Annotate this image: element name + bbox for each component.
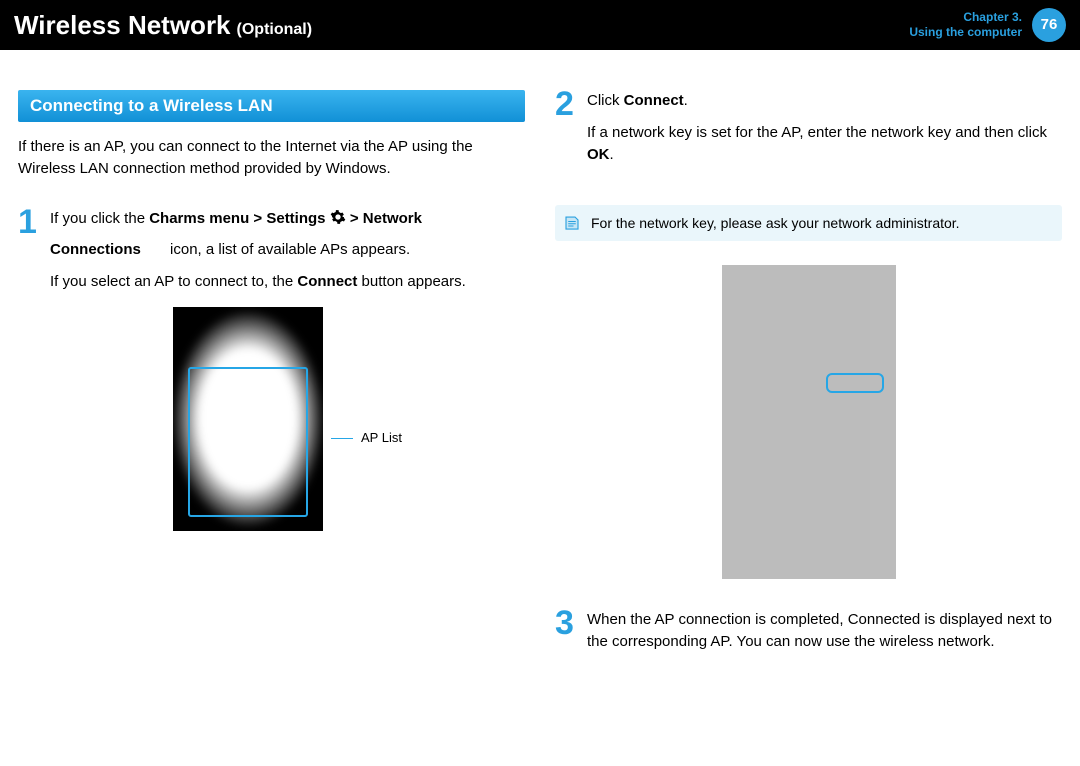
section-heading: Connecting to a Wireless LAN <box>18 90 525 122</box>
title-main-text: Wireless Network <box>14 10 231 41</box>
step-3-text: When the AP connection is completed, Con… <box>587 609 1062 653</box>
gear-icon <box>330 209 346 225</box>
step-3-body: When the AP connection is completed, Con… <box>587 609 1062 663</box>
chapter-line1: Chapter 3. <box>909 10 1022 25</box>
page-title: Wireless Network (Optional) <box>14 10 312 41</box>
step-1-body: If you click the Charms menu > Settings … <box>50 208 525 531</box>
connect-highlight-box <box>826 373 884 393</box>
note-icon <box>563 214 581 235</box>
note-text: For the network key, please ask your net… <box>591 215 960 231</box>
ap-callout-line <box>331 438 353 439</box>
header-meta: Chapter 3. Using the computer 76 <box>909 8 1066 42</box>
step-number-3: 3 <box>555 609 577 663</box>
ap-list-highlight-box <box>188 367 308 517</box>
step-2: 2 Click Connect. If a network key is set… <box>555 90 1062 175</box>
ap-list-label: AP List <box>361 429 402 448</box>
step-3: 3 When the AP connection is completed, C… <box>555 609 1062 663</box>
step-2-line1: Click Connect. <box>587 90 1062 112</box>
step-1-line3: If you select an AP to connect to, the C… <box>50 271 525 293</box>
step-2-line2: If a network key is set for the AP, ente… <box>587 122 1062 166</box>
step-number-1: 1 <box>18 208 40 531</box>
step-1-line1: If you click the Charms menu > Settings … <box>50 208 525 230</box>
figure-ap-list: AP List <box>50 307 525 531</box>
ap-list-figure <box>173 307 323 531</box>
figure-connect-panel <box>555 265 1062 579</box>
title-optional-text: (Optional) <box>237 21 313 39</box>
note-box: For the network key, please ask your net… <box>555 205 1062 241</box>
chapter-line2: Using the computer <box>909 25 1022 40</box>
page-header: Wireless Network (Optional) Chapter 3. U… <box>0 0 1080 50</box>
left-column: Connecting to a Wireless LAN If there is… <box>18 90 525 685</box>
section-intro: If there is an AP, you can connect to th… <box>18 136 525 180</box>
page-number-badge: 76 <box>1032 8 1066 42</box>
step-2-body: Click Connect. If a network key is set f… <box>587 90 1062 175</box>
step-1: 1 If you click the Charms menu > Setting… <box>18 208 525 531</box>
right-column: 2 Click Connect. If a network key is set… <box>555 90 1062 685</box>
chapter-block: Chapter 3. Using the computer <box>909 10 1022 40</box>
step-1-line2: Connections icon, a list of available AP… <box>50 239 525 261</box>
content-area: Connecting to a Wireless LAN If there is… <box>0 50 1080 685</box>
gray-panel <box>722 265 896 579</box>
page-number: 76 <box>1041 16 1058 35</box>
step-number-2: 2 <box>555 90 577 175</box>
